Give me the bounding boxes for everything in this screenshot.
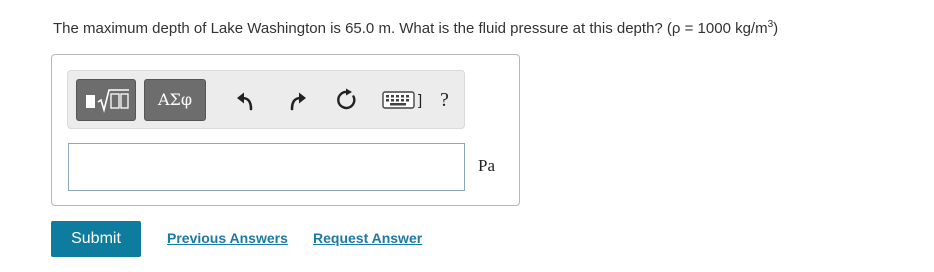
help-icon[interactable]: ? <box>440 87 449 113</box>
template-button[interactable] <box>76 79 136 121</box>
keyboard-bracket: ] <box>418 92 422 109</box>
previous-answers-link[interactable]: Previous Answers <box>167 230 288 246</box>
answer-input[interactable] <box>68 143 465 191</box>
redo-arrow-icon[interactable] <box>284 87 310 113</box>
question-text: The maximum depth of Lake Washington is … <box>53 18 778 40</box>
submit-button[interactable]: Submit <box>51 221 141 257</box>
fraction-sqrt-template-icon <box>86 89 129 114</box>
undo-arrow-icon[interactable] <box>233 87 259 113</box>
unit-label: Pa <box>478 156 495 175</box>
request-answer-link[interactable]: Request Answer <box>313 230 422 246</box>
question-body: The maximum depth of Lake Washington is … <box>53 20 768 37</box>
answer-panel: ΑΣφ] ? Pa <box>51 54 520 206</box>
greek-symbols-button[interactable]: ΑΣφ <box>144 79 206 121</box>
keyboard-icon[interactable]: ] <box>382 87 434 113</box>
math-toolbar: ΑΣφ] ? <box>67 70 465 129</box>
question-closing: ) <box>773 20 779 37</box>
reset-circle-icon[interactable] <box>334 87 360 113</box>
